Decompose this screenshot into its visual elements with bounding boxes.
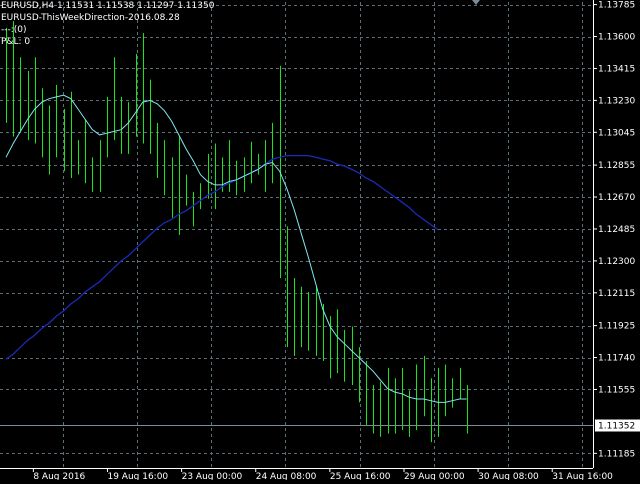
current-price-label: 1.11352: [598, 422, 635, 432]
y-tick-label-14: 1.11185: [598, 449, 635, 459]
y-tick-label-4: 1.13045: [598, 128, 635, 138]
chart-background: [0, 0, 640, 480]
y-tick-label-3: 1.13230: [598, 96, 635, 106]
chart-info-indicator: EURUSD-ThisWeekDirection-2016.08.28: [1, 13, 180, 23]
x-tick-label-5: 29 Aug 00:00: [404, 472, 465, 480]
current-price-box: 1.11352: [595, 419, 640, 432]
x-tick-label-4: 25 Aug 16:00: [330, 472, 391, 480]
y-tick-label-0: 1.13785: [598, 1, 635, 11]
y-tick-label-11: 1.11740: [598, 354, 635, 364]
price-chart[interactable]: 1.13785 1.13600 1.13415 1.13230 1.13045 1.128…: [0, 0, 640, 482]
chart-info-pnl: P&L: 0: [1, 37, 31, 47]
y-tick-label-5: 1.12855: [598, 161, 635, 171]
x-tick-label-6: 30 Aug 08:00: [478, 472, 539, 480]
y-tick-label-2: 1.13415: [598, 64, 635, 74]
x-tick-label-3: 24 Aug 08:00: [256, 472, 317, 480]
chart-info-symbol: EURUSD,H4 1.11531 1.11538 1.11297 1.1135…: [1, 1, 215, 11]
y-tick-label-1: 1.13600: [598, 33, 635, 43]
y-tick-label-9: 1.12115: [598, 289, 635, 299]
x-tick-label-1: 19 Aug 16:00: [107, 472, 168, 480]
y-tick-label-7: 1.12485: [598, 225, 635, 235]
y-tick-label-8: 1.12300: [598, 257, 635, 267]
chart-info-signal: ---:(0): [1, 25, 27, 35]
x-tick-label-2: 23 Aug 00:00: [182, 472, 243, 480]
chart-svg[interactable]: 1.13785 1.13600 1.13415 1.13230 1.13045 1.128…: [0, 0, 640, 482]
y-axis-ticks: 1.13785 1.13600 1.13415 1.13230 1.13045 1.128…: [593, 1, 635, 459]
x-tick-label-0: 8 Aug 2016: [33, 472, 85, 480]
y-tick-label-12: 1.11555: [598, 385, 635, 395]
y-tick-label-10: 1.11925: [598, 322, 635, 332]
y-tick-label-6: 1.12670: [598, 193, 635, 203]
x-tick-label-7: 31 Aug 16:00: [552, 472, 613, 480]
